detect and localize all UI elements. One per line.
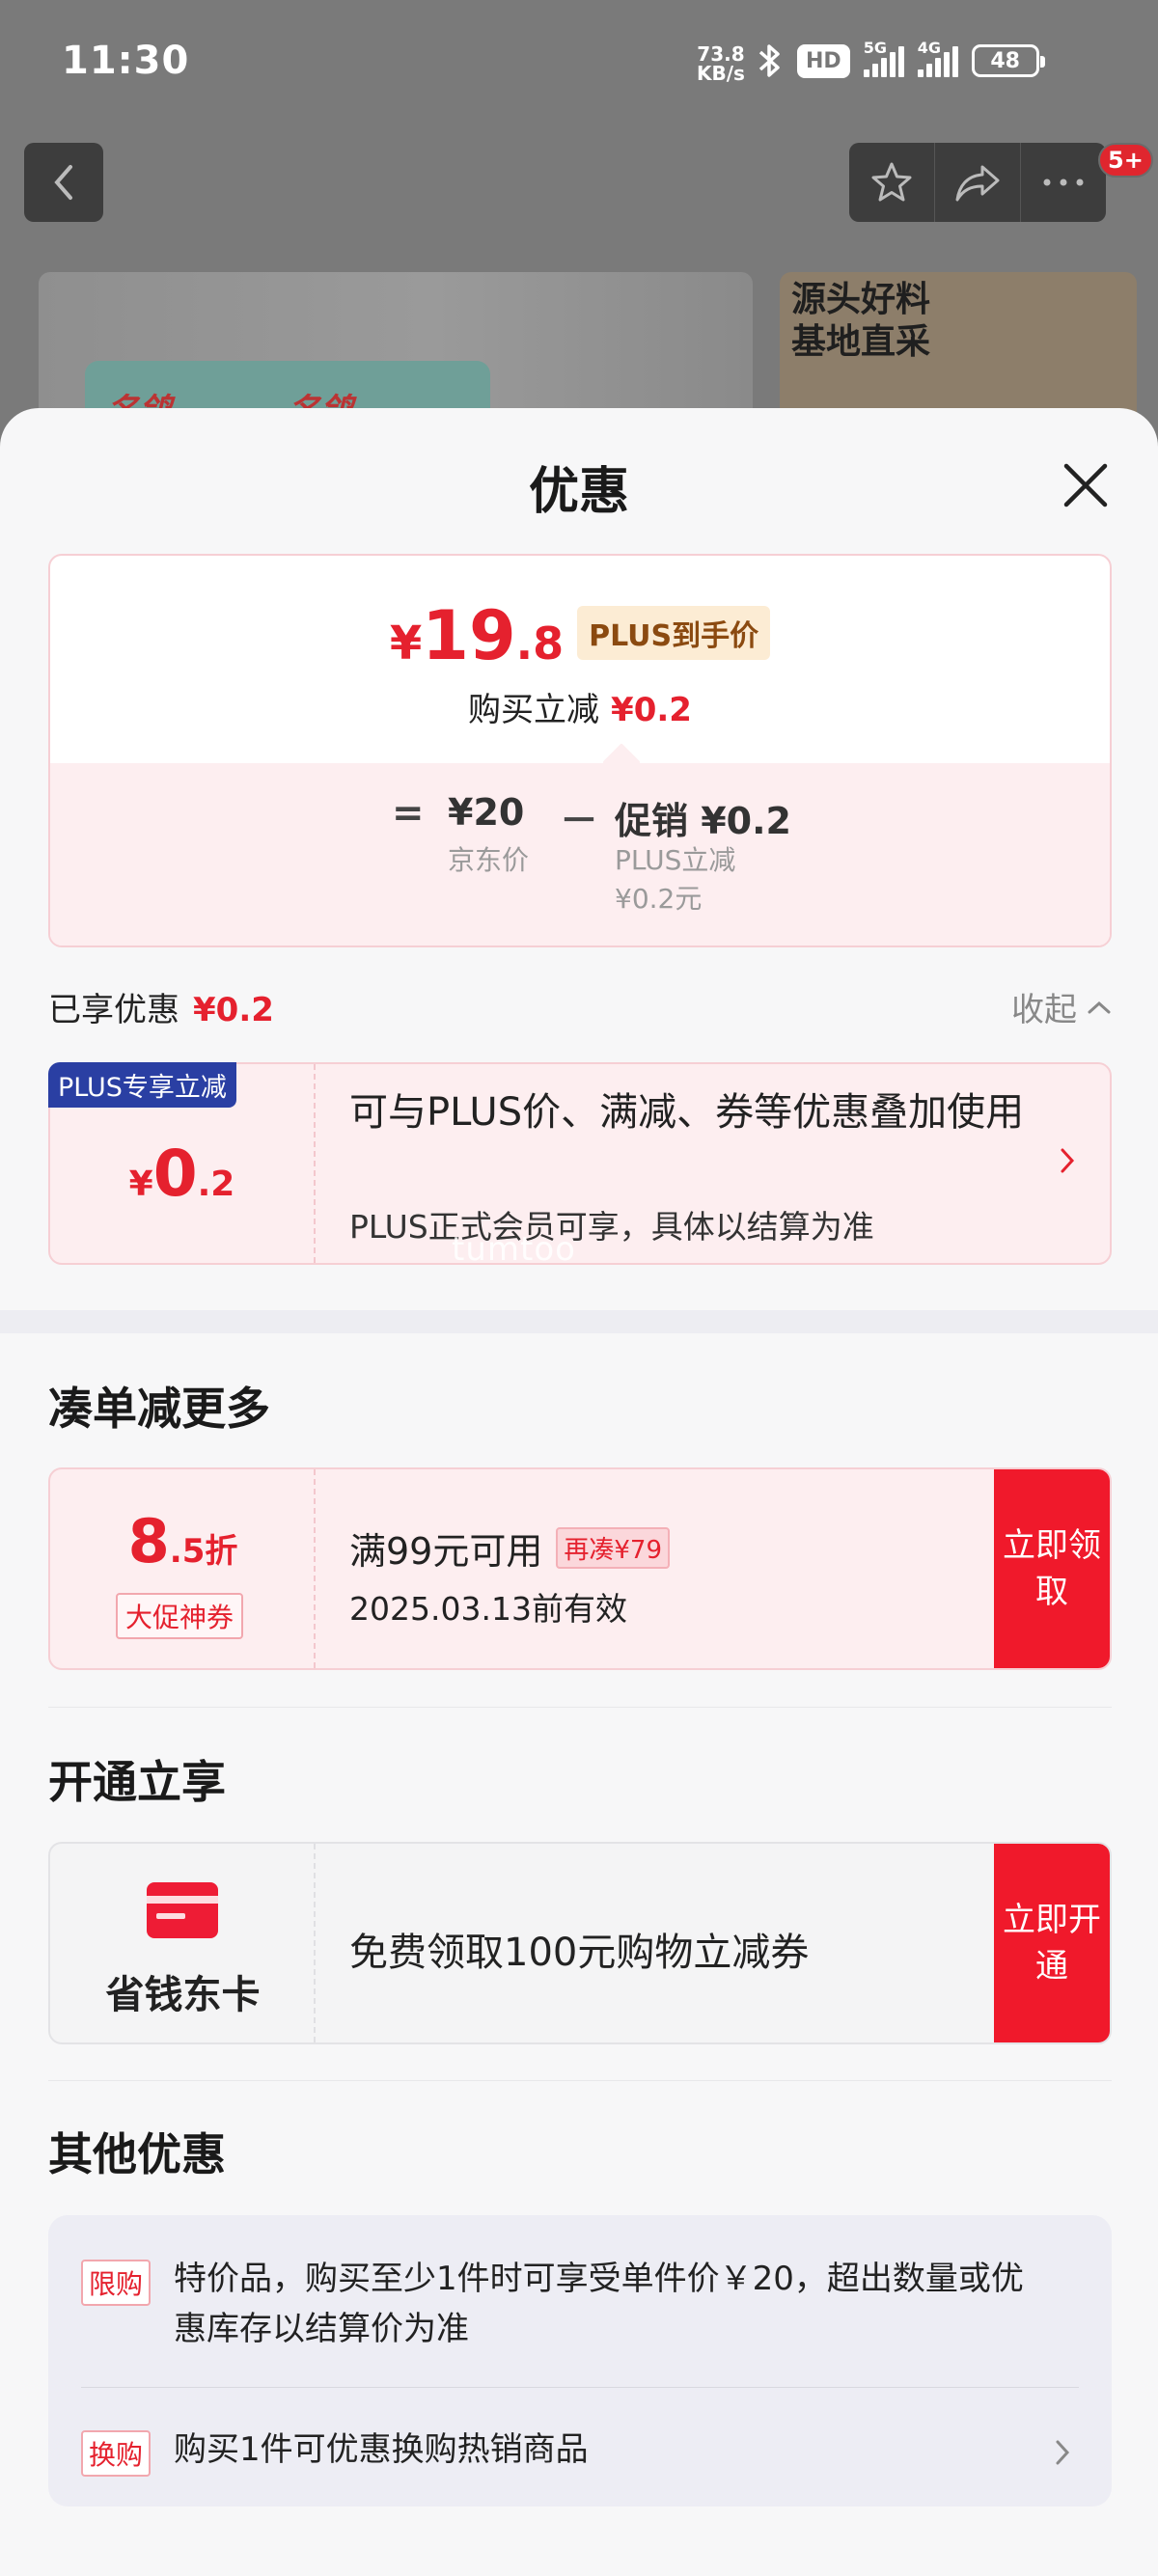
share-icon — [955, 165, 1000, 202]
chevron-left-icon — [54, 165, 72, 200]
battery-icon: 48 — [971, 44, 1045, 77]
star-icon — [871, 162, 912, 202]
enjoyed-discount-row: 已享优惠 ¥0.2 收起 — [48, 983, 1112, 1031]
offer-tag: 限购 — [81, 2260, 152, 2306]
other-section-title: 其他优惠 — [48, 2128, 226, 2180]
chevron-right-icon — [1056, 2440, 1070, 2465]
back-button[interactable] — [24, 143, 103, 222]
coupon-card: 8.5折 大促神券 满99元可用 再凑¥79 2025.03.13前有效 立即领取 — [48, 1467, 1112, 1670]
other-offers-panel: 限购 特价品，购买至少1件时可享受单件价￥20，超出数量或优惠库存以结算价为准 … — [48, 2215, 1112, 2507]
open-membership-button[interactable]: 立即开通 — [994, 1844, 1110, 2042]
share-button[interactable] — [935, 143, 1021, 222]
price-summary-card: ¥19.8 PLUS到手价 购买立减 ¥0.2 = ¥20 京东价 － 促销 ¥0… — [48, 554, 1112, 947]
collapse-toggle[interactable]: 收起 — [1011, 983, 1112, 1030]
reduce-line: 购买立减 ¥0.2 — [468, 691, 692, 729]
net-speed: 73.8 KB/s — [697, 42, 745, 85]
signal-5g-icon: 5G — [863, 39, 904, 77]
watermark: tumtoo — [452, 1230, 576, 1269]
claim-coupon-button[interactable]: 立即领取 — [994, 1469, 1110, 1668]
coupon-condition: 满99元可用 — [349, 1530, 543, 1573]
plus-card-note: PLUS正式会员可享，具体以结算为准 — [349, 1208, 874, 1246]
status-time: 11:30 — [62, 39, 190, 83]
plus-price-badge: PLUS到手价 — [577, 606, 771, 660]
more-section-title: 凑单减更多 — [48, 1383, 270, 1435]
plus-discount-amount: ¥0.2 — [128, 1136, 235, 1211]
chevron-up-icon — [1088, 1000, 1111, 1013]
discount-sheet: 优惠 ¥19.8 PLUS到手价 购买立减 ¥0.2 = ¥20 京东价 － 促销… — [0, 408, 1158, 2576]
coupon-gap-tag: 再凑¥79 — [556, 1527, 670, 1569]
coupon-type-tag: 大促神券 — [116, 1593, 244, 1639]
jd-price: ¥20 — [448, 791, 525, 834]
bluetooth-icon — [758, 44, 780, 77]
more-dots-icon — [1043, 178, 1084, 186]
membership-card: 省钱东卡 免费领取100元购物立减券 立即开通 — [48, 1842, 1112, 2044]
close-icon[interactable] — [1057, 456, 1115, 514]
final-price: ¥19.8 — [389, 596, 565, 675]
background-product-page: 11:30 73.8 KB/s HD 5G 4G 48 5+ 名鸽 名鸽 — [0, 0, 1158, 496]
plus-discount-card[interactable]: PLUS专享立减 ¥0.2 可与PLUS价、满减、券等优惠叠加使用 PLUS正式… — [48, 1062, 1112, 1265]
credit-card-icon — [147, 1882, 218, 1938]
offer-text: 购买1件可优惠换购热销商品 — [174, 2430, 589, 2469]
notification-badge: 5+ — [1098, 143, 1153, 178]
promo-value: 促销 ¥0.2 — [615, 800, 791, 842]
open-section-title: 开通立享 — [48, 1756, 226, 1808]
coupon-validity: 2025.03.13前有效 — [349, 1590, 627, 1628]
top-action-bar — [849, 143, 1106, 222]
membership-card-name: 省钱东卡 — [105, 1973, 261, 2017]
signal-4g-icon: 4G — [917, 39, 958, 77]
more-button[interactable] — [1021, 143, 1106, 222]
offer-tag: 换购 — [81, 2430, 152, 2477]
coupon-discount: 8.5折 — [127, 1506, 238, 1576]
plus-card-description: 可与PLUS价、满减、券等优惠叠加使用 — [349, 1090, 1025, 1135]
hd-voice-icon: HD — [797, 43, 850, 78]
favorite-button[interactable] — [849, 143, 935, 222]
offer-text: 特价品，购买至少1件时可享受单件价￥20，超出数量或优惠库存以结算价为准 — [174, 2260, 1024, 2348]
chevron-right-icon — [1061, 1148, 1075, 1173]
sheet-title: 优惠 — [528, 463, 629, 521]
status-bar: 11:30 73.8 KB/s HD 5G 4G 48 — [0, 0, 1158, 130]
membership-card-description: 免费领取100元购物立减券 — [349, 1931, 810, 1975]
